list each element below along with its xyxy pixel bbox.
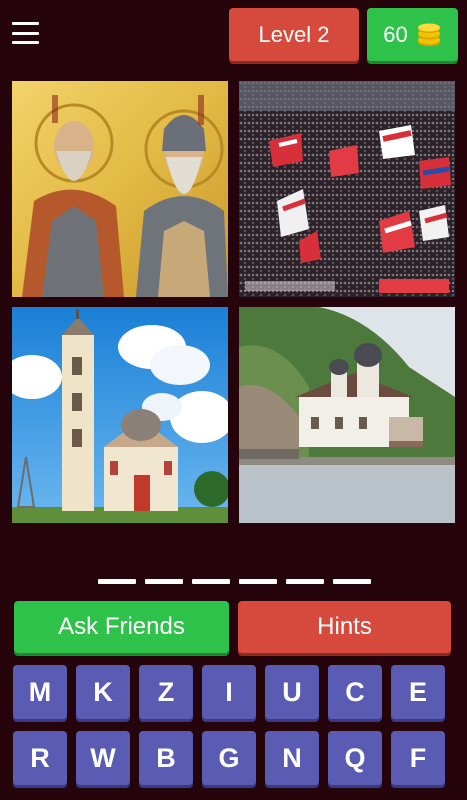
ask-friends-label: Ask Friends [58, 613, 185, 640]
level-label: Level 2 [258, 21, 330, 47]
letter-key[interactable]: K [76, 665, 130, 719]
coin-stack-icon [417, 23, 440, 46]
answer-slots [98, 579, 371, 584]
level-badge: Level 2 [229, 8, 359, 61]
image-stadium-crowd [239, 81, 455, 297]
answer-slot[interactable] [286, 579, 324, 584]
letter-key[interactable]: E [391, 665, 445, 719]
hamburger-menu-icon [12, 22, 39, 25]
answer-slot[interactable] [145, 579, 183, 584]
image-church-belltower [12, 307, 228, 523]
hints-button[interactable]: Hints [238, 601, 451, 653]
letter-key[interactable]: W [76, 731, 130, 785]
letter-key[interactable]: G [202, 731, 256, 785]
letter-key[interactable]: Q [328, 731, 382, 785]
letter-key[interactable]: U [265, 665, 319, 719]
letter-key[interactable]: I [202, 665, 256, 719]
menu-button[interactable] [12, 22, 39, 44]
coin-count: 60 [383, 21, 408, 47]
letter-key[interactable]: M [13, 665, 67, 719]
letter-key[interactable]: Z [139, 665, 193, 719]
hints-label: Hints [317, 613, 372, 640]
letter-key[interactable]: F [391, 731, 445, 785]
letter-key[interactable]: N [265, 731, 319, 785]
ask-friends-button[interactable]: Ask Friends [14, 601, 229, 653]
image-riverside-monastery [239, 307, 455, 523]
letter-keyboard: M K Z I U C E R W B G N Q F [13, 665, 455, 785]
letter-key[interactable]: C [328, 665, 382, 719]
letter-key[interactable]: B [139, 731, 193, 785]
answer-slot[interactable] [239, 579, 277, 584]
answer-slot[interactable] [192, 579, 230, 584]
letter-key[interactable]: R [13, 731, 67, 785]
image-saints-icon [12, 81, 228, 297]
answer-slot[interactable] [98, 579, 136, 584]
answer-slot[interactable] [333, 579, 371, 584]
coin-counter-button[interactable]: 60 [367, 8, 458, 61]
